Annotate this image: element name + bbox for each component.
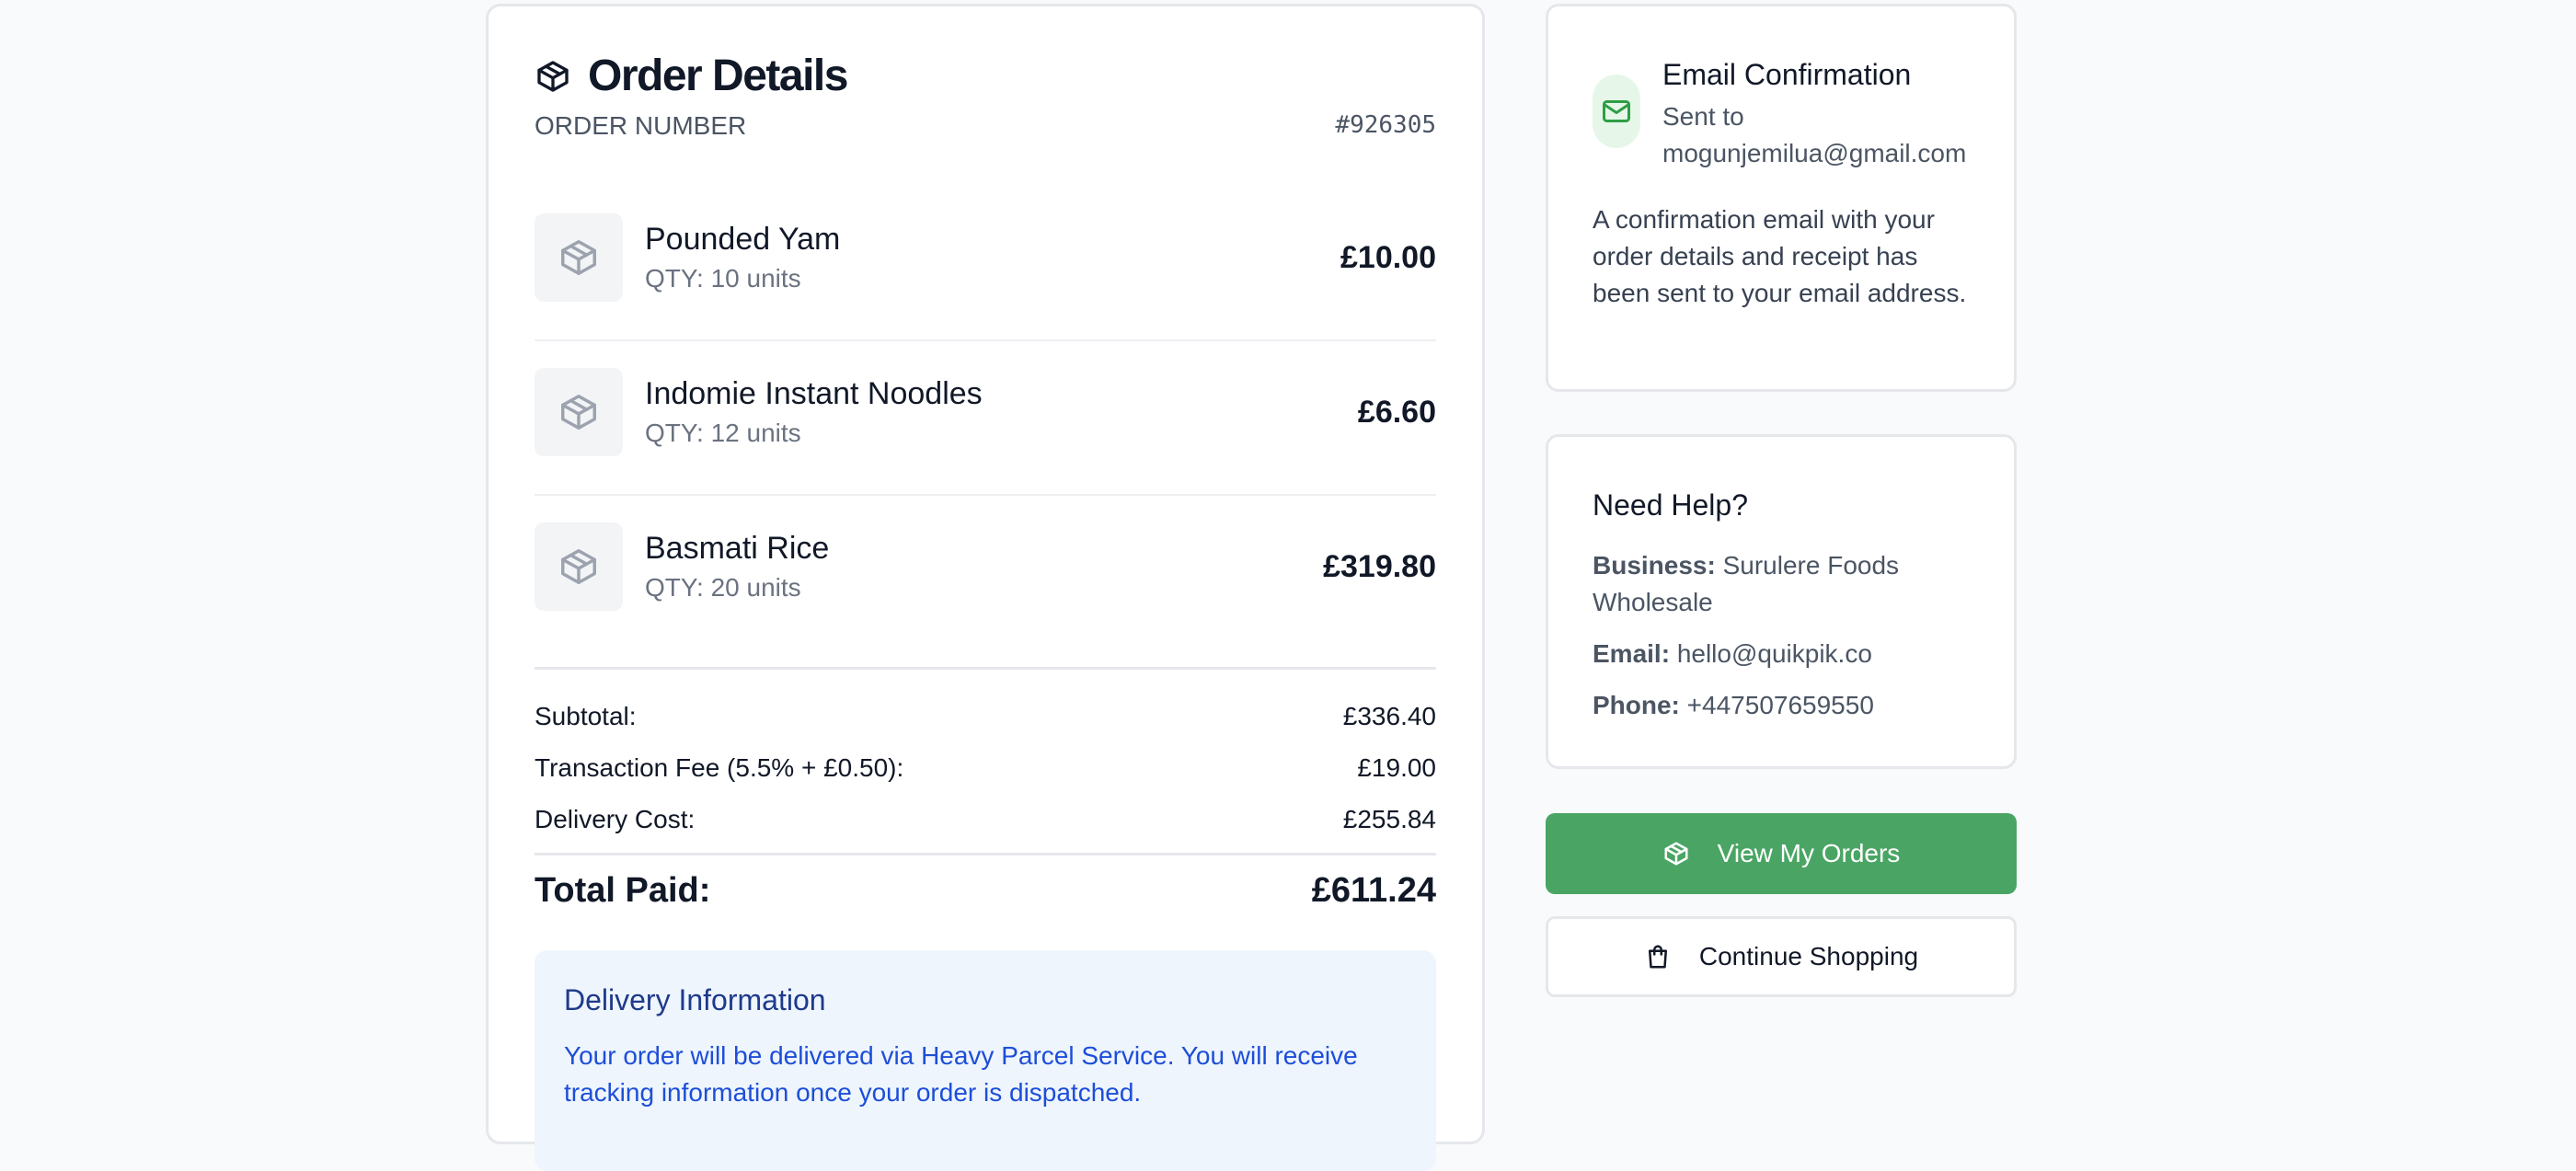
transaction-fee-value: £19.00 <box>1357 753 1436 782</box>
email-confirmation-title: Email Confirmation <box>1662 58 1912 91</box>
help-business: Business: Surulere Foods Wholesale <box>1593 547 1979 621</box>
help-phone-label: Phone: <box>1593 691 1680 719</box>
transaction-fee-row: Transaction Fee (5.5% + £0.50): £19.00 <box>535 753 1436 783</box>
help-business-label: Business: <box>1593 551 1716 580</box>
order-items-list: Pounded Yam QTY: 10 units £10.00 Indomie… <box>535 187 1436 650</box>
view-my-orders-label: View My Orders <box>1717 839 1901 867</box>
email-sent-to: Sent to mogunjemilua@gmail.com <box>1662 102 1967 167</box>
item-qty: QTY: 20 units <box>645 573 801 602</box>
view-my-orders-button[interactable]: View My Orders <box>1546 813 2017 894</box>
help-email-label: Email: <box>1593 639 1671 668</box>
total-paid-row: Total Paid: £611.24 <box>535 871 1436 911</box>
shopping-bag-icon <box>1644 943 1672 970</box>
total-paid-value: £611.24 <box>1311 871 1436 910</box>
item-name: Basmati Rice <box>645 531 830 566</box>
package-icon <box>535 368 623 456</box>
delivery-info-box: Delivery Information Your order will be … <box>535 950 1436 1171</box>
continue-shopping-label: Continue Shopping <box>1698 942 1919 970</box>
package-icon <box>1662 840 1690 867</box>
item-price: £319.80 <box>1323 549 1436 584</box>
item-qty: QTY: 12 units <box>645 419 801 447</box>
divider <box>535 853 1436 855</box>
list-item: Indomie Instant Noodles QTY: 12 units £6… <box>535 341 1436 496</box>
item-price: £6.60 <box>1357 395 1436 430</box>
help-email: Email: hello@quikpik.co <box>1593 636 1979 672</box>
delivery-info-title: Delivery Information <box>564 983 826 1016</box>
package-icon <box>535 522 623 611</box>
delivery-info-text: Your order will be delivered via Heavy P… <box>564 1041 1358 1107</box>
order-details-card: Order Details ORDER NUMBER #926305 Pound… <box>486 4 1485 1171</box>
total-paid-label: Total Paid: <box>535 871 711 910</box>
delivery-cost-row: Delivery Cost: £255.84 <box>535 805 1436 834</box>
email-confirmation-description: A confirmation email with your order det… <box>1593 205 1967 307</box>
help-email-value[interactable]: hello@quikpik.co <box>1677 639 1872 668</box>
need-help-title: Need Help? <box>1593 488 1748 522</box>
email-confirmation-card: Email Confirmation Sent to mogunjemilua@… <box>1546 4 2017 392</box>
order-number-row: ORDER NUMBER #926305 <box>535 111 1436 141</box>
subtotal-row: Subtotal: £336.40 <box>535 702 1436 731</box>
item-name: Pounded Yam <box>645 222 841 257</box>
subtotal-label: Subtotal: <box>535 702 637 730</box>
order-number-label: ORDER NUMBER <box>535 111 747 140</box>
package-icon <box>535 213 623 302</box>
order-header: Order Details <box>535 51 848 101</box>
continue-shopping-button[interactable]: Continue Shopping <box>1546 916 2017 997</box>
need-help-card: Need Help? Business: Surulere Foods Whol… <box>1546 434 2017 769</box>
delivery-cost-value: £255.84 <box>1342 805 1436 833</box>
list-item: Pounded Yam QTY: 10 units £10.00 <box>535 187 1436 341</box>
page-title: Order Details <box>588 52 848 100</box>
list-item: Basmati Rice QTY: 20 units £319.80 <box>535 496 1436 650</box>
help-phone: Phone: +447507659550 <box>1593 687 1979 724</box>
divider <box>535 667 1436 670</box>
subtotal-value: £336.40 <box>1342 702 1436 730</box>
delivery-cost-label: Delivery Cost: <box>535 805 696 833</box>
item-price: £10.00 <box>1340 240 1436 275</box>
item-qty: QTY: 10 units <box>645 264 801 293</box>
package-icon <box>535 58 571 95</box>
transaction-fee-label: Transaction Fee (5.5% + £0.50): <box>535 753 904 782</box>
mail-icon <box>1593 75 1640 148</box>
help-phone-value[interactable]: +447507659550 <box>1687 691 1874 719</box>
order-number-value: #926305 <box>1335 111 1436 139</box>
item-name: Indomie Instant Noodles <box>645 376 983 411</box>
